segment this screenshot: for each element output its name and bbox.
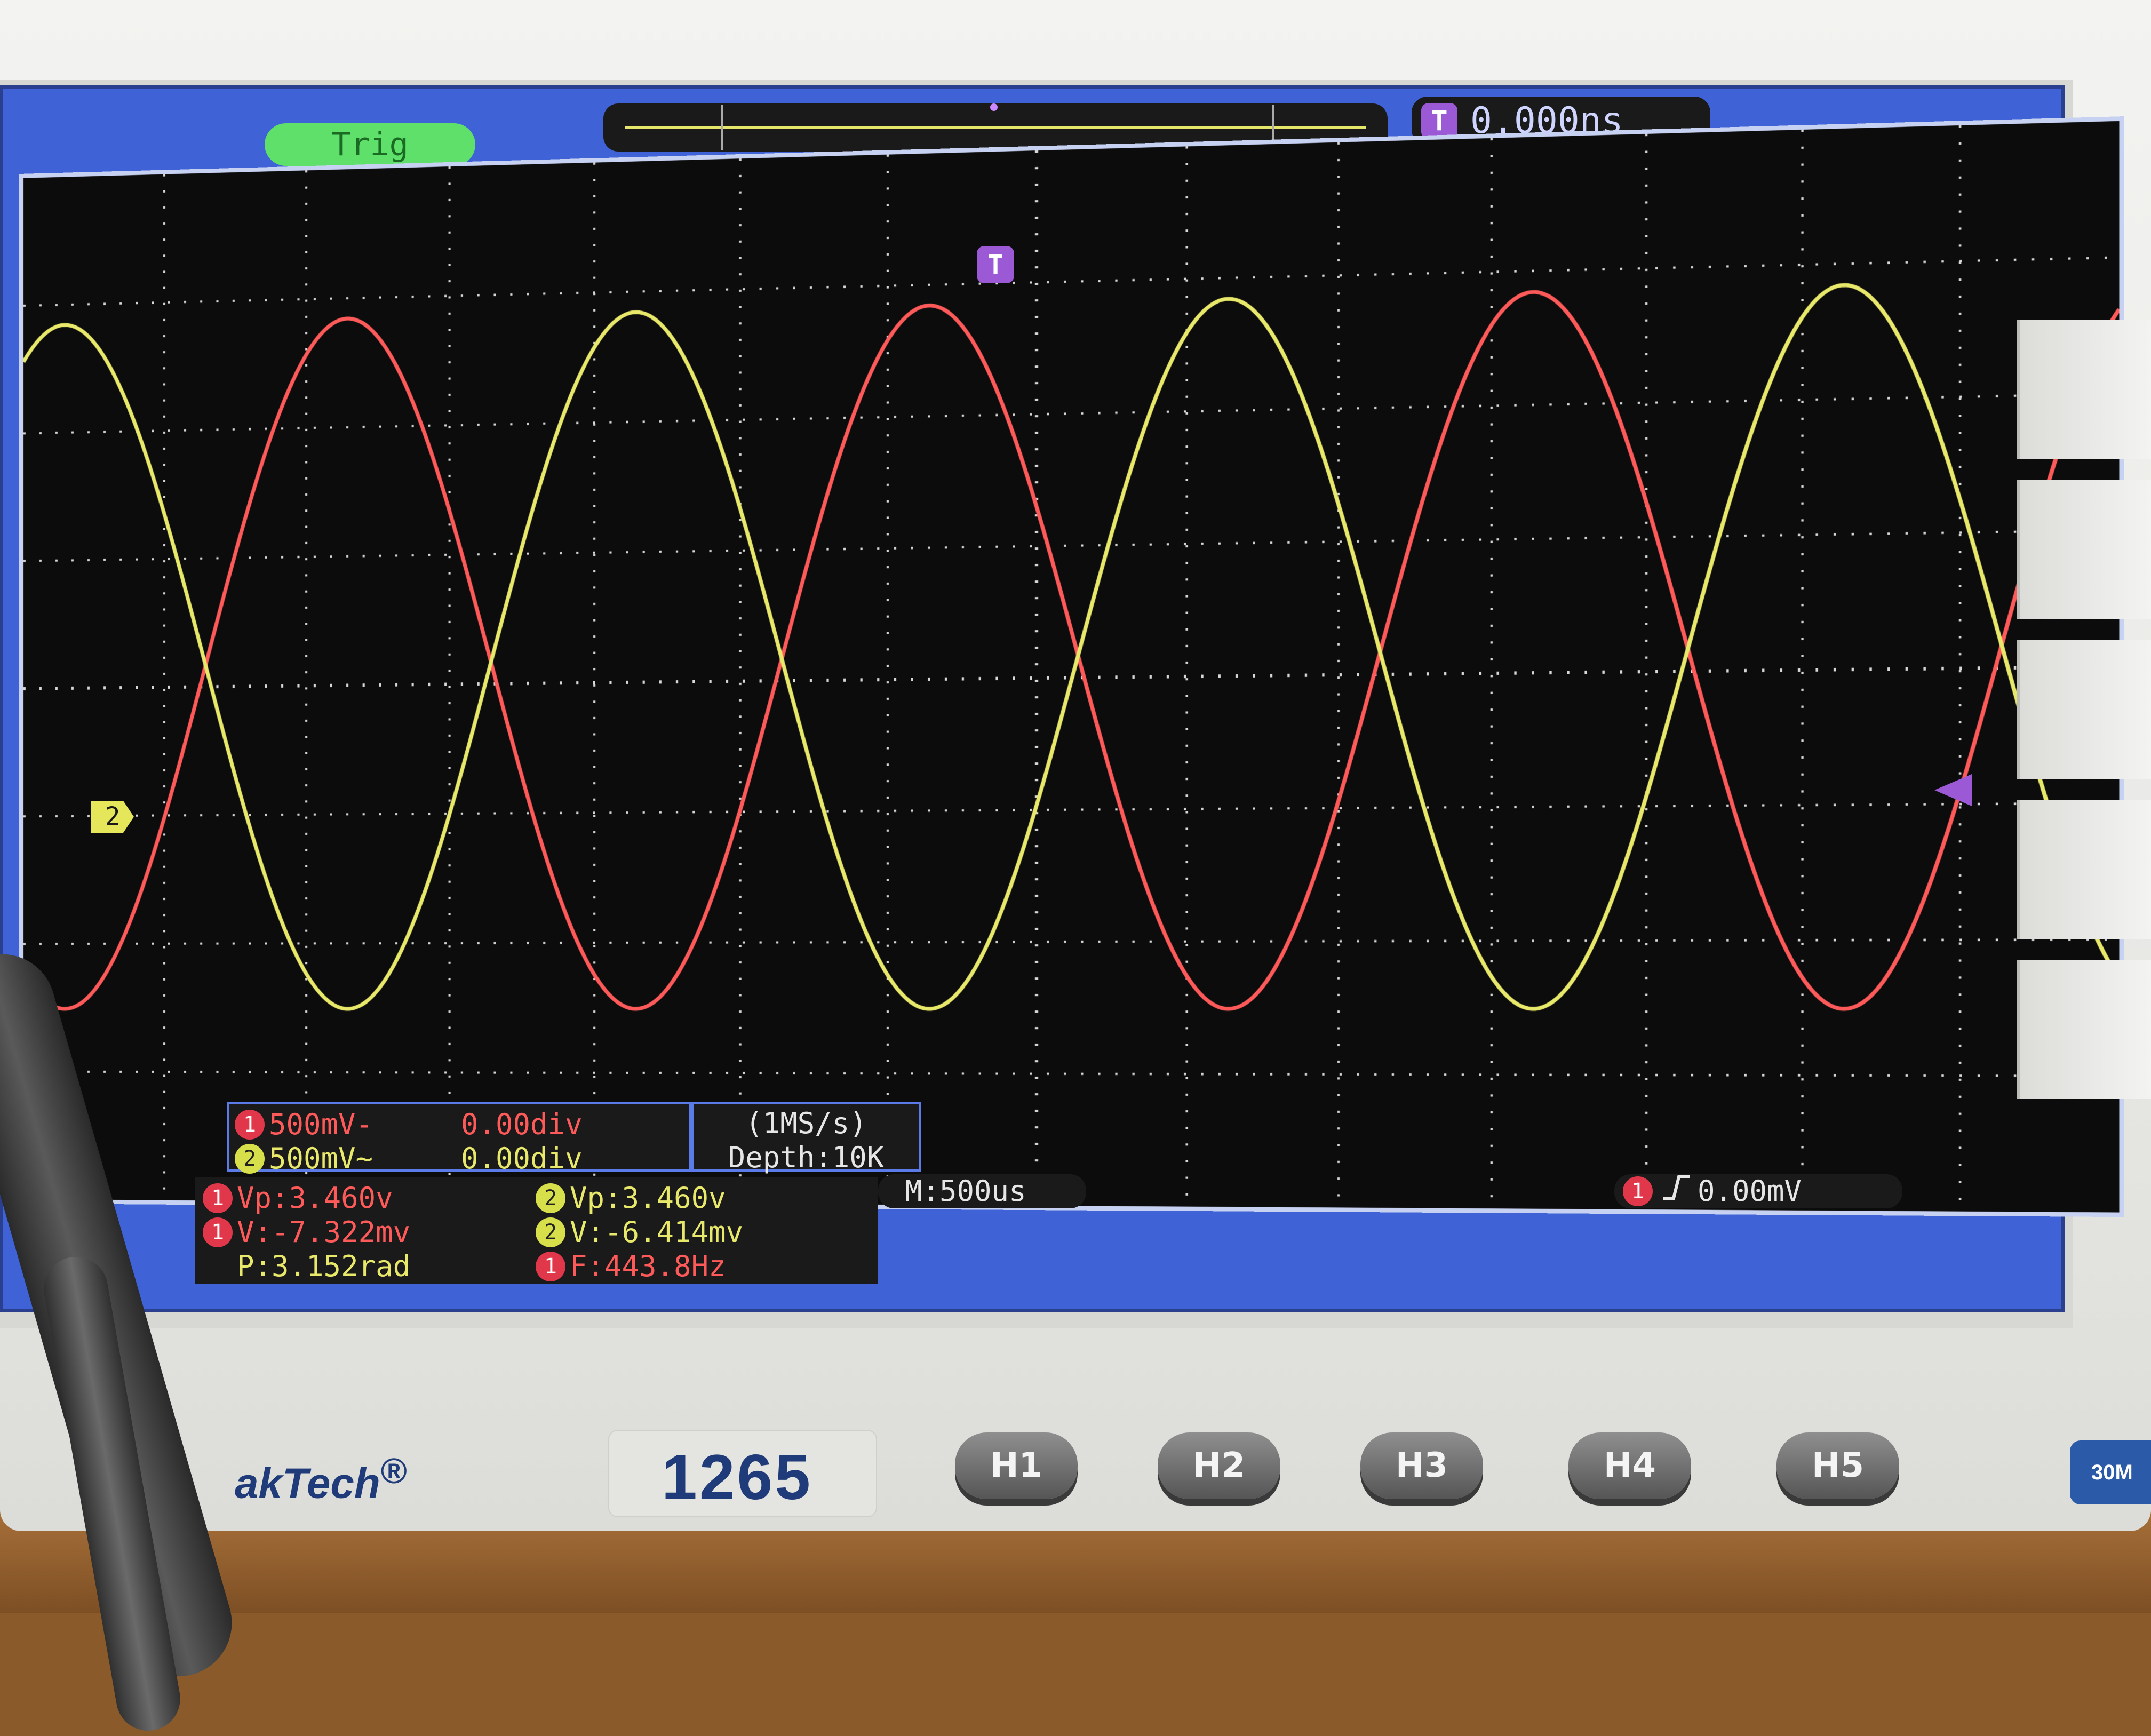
side-key-3[interactable]: [2017, 640, 2151, 779]
memory-depth: Depth:10K: [728, 1141, 885, 1174]
measurement-panel: 1 Vp:3.460v 2 Vp:3.460v 1 V:-7.322mv 2 V…: [195, 1177, 878, 1284]
acquisition-box: (1MS/s) Depth:10K: [691, 1102, 921, 1174]
ch1-frequency: F:443.8Hz: [570, 1249, 726, 1283]
ch2-vpeak: Vp:3.460v: [570, 1181, 726, 1215]
measure-ch-badge: 2: [536, 1217, 565, 1247]
ch1-trace: [23, 279, 2119, 1009]
measure-row-3: P:3.152rad 1 F:443.8Hz: [203, 1249, 871, 1284]
grid-hline: [23, 530, 2119, 561]
ch2-vmean: V:-6.414mv: [570, 1215, 744, 1249]
oscilloscope-screen: Trig T 0.000ns T 2 1 500mV- 0.00div 2 50…: [0, 85, 2124, 1312]
timebase-readout: M:500us: [878, 1174, 1086, 1208]
ch2-badge: 2: [235, 1144, 265, 1174]
softkey-h4[interactable]: H4: [1568, 1432, 1691, 1499]
grid-hline: [23, 1072, 2119, 1076]
measure-ch-badge: 1: [203, 1183, 233, 1213]
grid-hline: [23, 939, 2119, 944]
brand-text: akTech: [235, 1459, 380, 1507]
measure-ch-badge: 1: [536, 1252, 565, 1281]
brand-mark: ®: [380, 1452, 407, 1491]
waveform-plot: [23, 121, 2119, 1213]
ch2-trace: [23, 279, 2119, 1009]
sample-rate: (1MS/s): [745, 1106, 867, 1140]
trigger-time-marker-icon: T: [977, 246, 1014, 283]
trigger-position-mark: [990, 103, 998, 111]
side-key-2[interactable]: [2017, 480, 2151, 619]
grid-hline: [23, 803, 2119, 816]
side-menu-keys: [2017, 320, 2151, 1120]
ch1-offset: 0.00div: [461, 1108, 583, 1141]
trigger-icon: T: [1421, 103, 1457, 139]
measure-row-1: 1 Vp:3.460v 2 Vp:3.460v: [203, 1181, 871, 1215]
softkey-h2[interactable]: H2: [1158, 1432, 1280, 1499]
ch1-vmean: V:-7.322mv: [237, 1215, 411, 1249]
oscilloscope-body: Trig T 0.000ns T 2 1 500mV- 0.00div 2 50…: [0, 0, 2151, 1531]
phase: P:3.152rad: [237, 1249, 411, 1283]
trigger-status-badge: Trig: [265, 123, 475, 166]
rising-edge-icon: [1660, 1172, 1692, 1211]
trigger-setup-readout: 1 0.00mV: [1614, 1174, 1902, 1208]
measure-ch-badge: 1: [203, 1217, 233, 1247]
ch2-offset: 0.00div: [461, 1142, 583, 1175]
waveform-graticule: [19, 116, 2124, 1217]
ch2-scale: 500mV~: [269, 1142, 373, 1175]
trigger-source-badge: 1: [1623, 1176, 1653, 1206]
ch1-badge: 1: [235, 1110, 265, 1140]
softkey-h5[interactable]: H5: [1776, 1432, 1899, 1499]
softkey-h3[interactable]: H3: [1360, 1432, 1483, 1499]
softkey-row: H1 H2 H3 H4 H5: [955, 1432, 1931, 1507]
ch1-scale-row: 1 500mV- 0.00div: [235, 1108, 684, 1142]
measure-row-2: 1 V:-7.322mv 2 V:-6.414mv: [203, 1215, 871, 1249]
softkey-h1[interactable]: H1: [955, 1432, 1078, 1499]
ch1-scale: 500mV-: [269, 1108, 373, 1141]
measure-ch-badge: 2: [536, 1183, 565, 1213]
side-key-5[interactable]: [2017, 960, 2151, 1099]
channel-scale-box: 1 500mV- 0.00div 2 500mV~ 0.00div: [227, 1102, 691, 1175]
grid-hline: [23, 394, 2119, 433]
model-number: 1265: [662, 1442, 812, 1513]
side-key-4[interactable]: [2017, 800, 2151, 939]
brand-logo: akTech®: [235, 1451, 407, 1508]
grid-hline: [23, 258, 2119, 306]
ch1-vpeak: Vp:3.460v: [237, 1181, 393, 1215]
trigger-level: 0.00mV: [1698, 1174, 1802, 1208]
side-key-1[interactable]: [2017, 320, 2151, 459]
ch2-scale-row: 2 500mV~ 0.00div: [235, 1142, 684, 1176]
bandwidth-badge: 30M: [2070, 1440, 2151, 1504]
